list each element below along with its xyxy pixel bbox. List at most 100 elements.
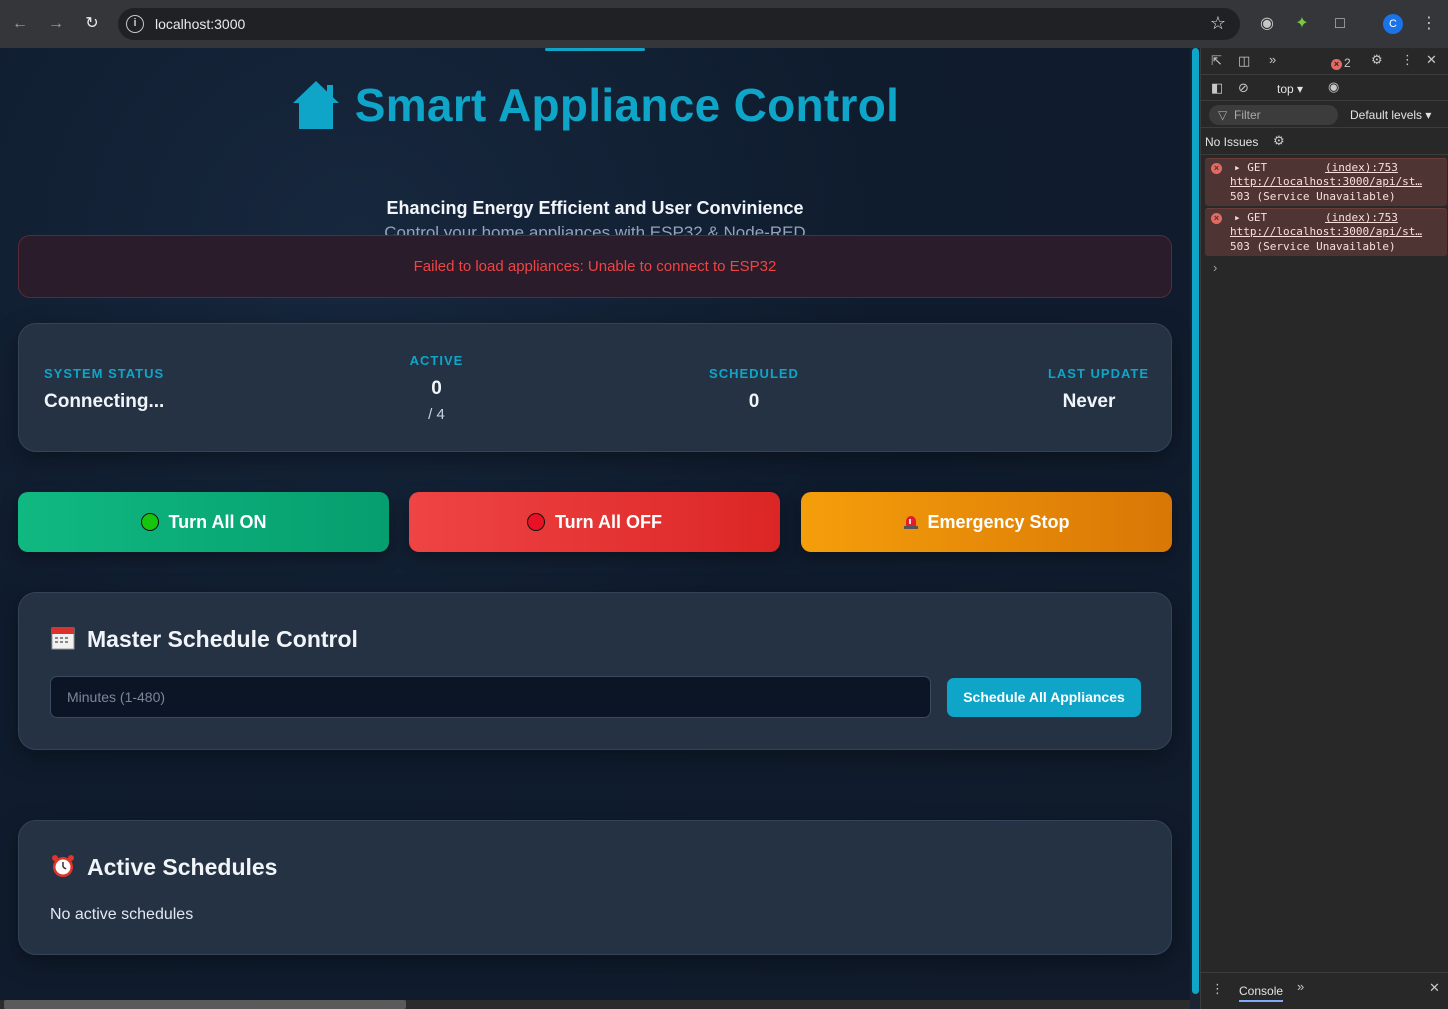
red-circle-icon (527, 513, 545, 531)
back-arrow-icon[interactable]: ← (8, 12, 32, 36)
colorful-extension-icon[interactable]: ✦ (1290, 12, 1314, 36)
button-label: Emergency Stop (927, 512, 1070, 532)
stat-value: 0 (748, 391, 760, 412)
empty-schedules-text: No active schedules (50, 906, 194, 923)
section-title-active-schedules: Active Schedules (51, 854, 277, 881)
filter-placeholder: Filter (1234, 108, 1261, 122)
turn-all-on-button[interactable]: Turn All ON (18, 492, 389, 552)
schedule-all-appliances-button[interactable]: Schedule All Appliances (947, 678, 1141, 717)
close-devtools-icon[interactable]: ✕ (1426, 52, 1437, 68)
console-log-entry[interactable]: × ▸ GET (index):753 http://localhost:300… (1205, 208, 1447, 256)
forward-arrow-icon[interactable]: → (44, 12, 68, 36)
stat-system-status: SYSTEM STATUS Connecting... (44, 366, 164, 413)
drawer-more-tabs-icon[interactable]: » (1297, 979, 1304, 994)
devtools-tabbar: ⇱ ◫ » × 2 ⚙ ⋮ ✕ (1201, 48, 1448, 75)
console-prompt-chevron-icon[interactable]: › (1213, 260, 1217, 275)
stat-value: 0 (431, 378, 442, 399)
issues-bar: No Issues ⚙ (1201, 127, 1448, 155)
section-title-text: Active Schedules (87, 854, 278, 880)
settings-gear-icon[interactable]: ⚙ (1371, 52, 1383, 68)
emergency-stop-button[interactable]: Emergency Stop (801, 492, 1172, 552)
button-label: Turn All OFF (555, 512, 662, 532)
console-log-entry[interactable]: × ▸ GET (index):753 http://localhost:300… (1205, 158, 1447, 206)
devtools-panel: ⇱ ◫ » × 2 ⚙ ⋮ ✕ ◧ ⊘ top ▾ ◉ ▽ Filter Defa… (1200, 48, 1448, 1009)
page-subtitle: Ehancing Energy Efficient and User Convi… (386, 198, 804, 218)
siren-icon (904, 516, 919, 529)
log-source-link[interactable]: (index):753 (1325, 211, 1398, 224)
url-text[interactable]: localhost:3000 (155, 16, 245, 32)
devtools-drawer-bar: ⋮ Console » ✕ (1201, 972, 1448, 1009)
log-status: 503 (Service Unavailable) (1230, 240, 1396, 253)
system-status-card: SYSTEM STATUS Connecting... ACTIVE 0 / 4… (18, 323, 1172, 452)
site-info-icon[interactable]: i (126, 15, 144, 33)
log-status: 503 (Service Unavailable) (1230, 190, 1396, 203)
device-toggle-icon[interactable]: ◫ (1238, 53, 1250, 69)
tab-console[interactable]: Console (1239, 984, 1284, 1002)
devtools-menu-icon[interactable]: ⋮ (1401, 52, 1414, 68)
page-title: Smart Appliance Control (354, 79, 900, 131)
log-levels-label: Default levels (1350, 108, 1423, 122)
log-url-link[interactable]: http://localhost:3000/api/st… (1230, 175, 1425, 188)
issues-text[interactable]: No Issues (1205, 135, 1258, 149)
close-drawer-icon[interactable]: ✕ (1429, 980, 1440, 996)
console-filter-input[interactable]: ▽ Filter (1209, 105, 1338, 125)
green-circle-icon (140, 513, 159, 531)
stat-last-update: LAST UPDATE Never (1029, 366, 1149, 413)
active-schedules-card: Active Schedules No active schedules (18, 820, 1172, 955)
browser-menu-icon[interactable]: ⋮ (1417, 12, 1441, 36)
button-label: Turn All ON (168, 512, 267, 532)
log-url-link[interactable]: http://localhost:3000/api/st… (1230, 225, 1425, 238)
issues-settings-icon[interactable]: ⚙ (1273, 133, 1285, 149)
app-header: Smart Appliance Control (0, 78, 1190, 132)
stat-total: / 4 (428, 406, 445, 423)
stat-active: ACTIVE 0 / 4 (389, 353, 484, 423)
error-count-badge[interactable]: × 2 (1331, 55, 1351, 70)
turn-all-off-button[interactable]: Turn All OFF (409, 492, 780, 552)
error-x-icon: × (1211, 163, 1222, 174)
header-accent-bar (545, 48, 645, 51)
camera-extension-icon[interactable]: ◉ (1255, 12, 1279, 36)
log-levels-dropdown[interactable]: Default levels ▾ (1350, 108, 1431, 122)
context-label: top (1277, 82, 1294, 96)
page-viewport: Smart Appliance Control Ehancing Energy … (0, 48, 1190, 1000)
stat-scheduled: SCHEDULED 0 (699, 366, 809, 413)
error-x-icon: × (1211, 213, 1222, 224)
alarm-clock-icon (52, 855, 74, 877)
inspect-element-icon[interactable]: ⇱ (1211, 53, 1222, 69)
address-bar[interactable]: i localhost:3000 ☆ (118, 8, 1240, 40)
error-banner: Failed to load appliances: Unable to con… (18, 235, 1172, 298)
calendar-icon (51, 627, 75, 650)
section-title-master-schedule: Master Schedule Control (51, 626, 358, 653)
page-scrollbar[interactable] (1192, 48, 1199, 994)
house-icon (292, 81, 339, 129)
minutes-input[interactable] (50, 676, 931, 718)
clear-console-icon[interactable]: ⊘ (1238, 80, 1249, 96)
error-count: 2 (1344, 56, 1351, 70)
more-tabs-icon[interactable]: » (1269, 52, 1276, 67)
profile-avatar[interactable]: C (1383, 14, 1403, 34)
bookmark-star-icon[interactable]: ☆ (1210, 13, 1226, 34)
live-expression-eye-icon[interactable]: ◉ (1328, 79, 1339, 95)
reload-icon[interactable]: ↻ (80, 12, 104, 36)
stat-value: Never (1062, 391, 1116, 412)
horizontal-scrollbar[interactable] (4, 1000, 406, 1009)
stat-value: Connecting... (44, 391, 165, 412)
context-selector[interactable]: top ▾ (1277, 82, 1303, 96)
section-title-text: Master Schedule Control (87, 626, 358, 652)
stat-label: ACTIVE (409, 353, 464, 368)
stat-label: SYSTEM STATUS (44, 366, 165, 381)
stat-label: LAST UPDATE (1047, 366, 1149, 381)
log-method-text: GET (1247, 161, 1268, 174)
stat-label: SCHEDULED (709, 366, 799, 381)
master-schedule-card: Master Schedule Control Schedule All App… (18, 592, 1172, 750)
browser-toolbar: ← → ↻ i localhost:3000 ☆ ◉ ✦ □ C ⋮ (0, 0, 1448, 48)
drawer-menu-icon[interactable]: ⋮ (1211, 981, 1224, 997)
log-method-text: GET (1247, 211, 1268, 224)
sidebar-toggle-icon[interactable]: ◧ (1211, 80, 1223, 96)
log-method: ▸ GET (1234, 211, 1268, 224)
error-x-icon: × (1331, 59, 1342, 70)
filter-funnel-icon: ▽ (1218, 108, 1228, 122)
log-method: ▸ GET (1234, 161, 1268, 174)
extensions-puzzle-icon[interactable]: □ (1328, 12, 1352, 36)
log-source-link[interactable]: (index):753 (1325, 161, 1398, 174)
